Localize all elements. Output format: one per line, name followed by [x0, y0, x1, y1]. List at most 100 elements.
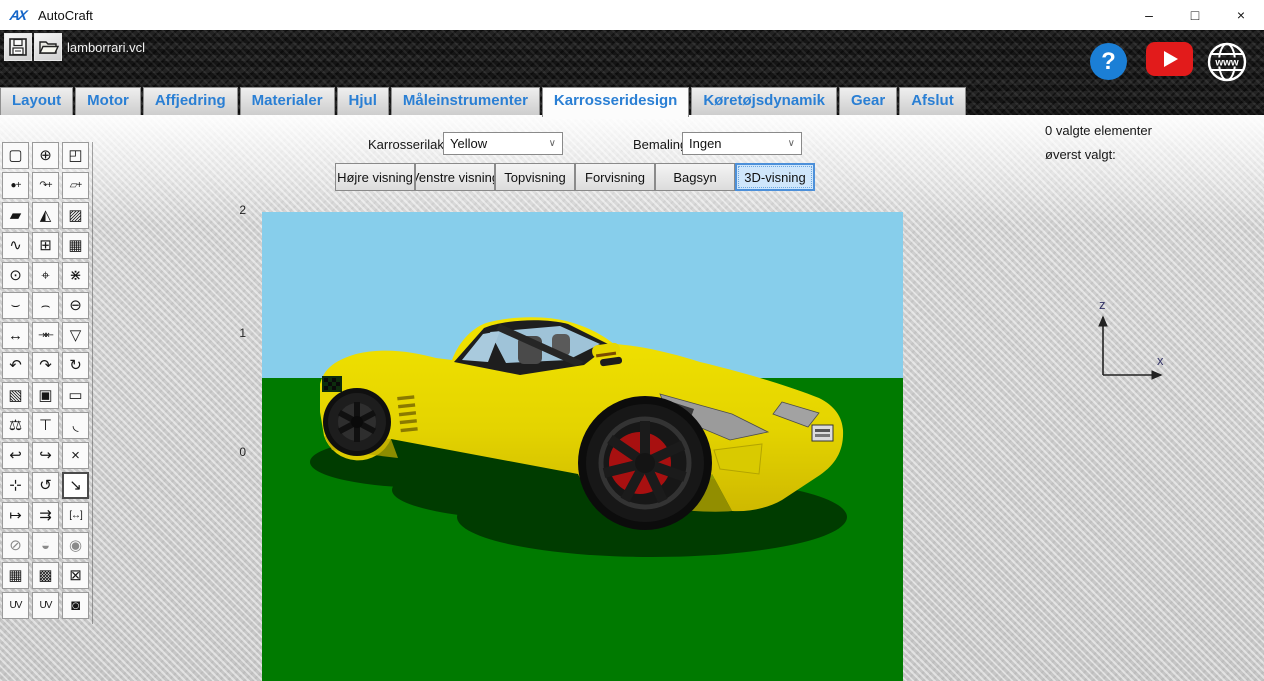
top-selected-label: øverst valgt:: [1045, 147, 1116, 162]
view-button-3d-visning[interactable]: 3D-visning: [735, 163, 815, 191]
app-title: AutoCraft: [38, 7, 93, 23]
chevron-down-icon: ∨: [787, 138, 795, 149]
question-mark-icon: ?: [1101, 47, 1116, 75]
add-car-icon[interactable]: ⊕: [32, 142, 59, 169]
open-button[interactable]: [34, 33, 62, 61]
extrude-solid-icon[interactable]: ▭: [62, 382, 89, 409]
add-surface-icon[interactable]: ▱+: [62, 172, 89, 199]
spread-points-icon[interactable]: ↔: [2, 322, 29, 349]
save-button[interactable]: [4, 33, 32, 61]
maximize-button[interactable]: □: [1172, 0, 1218, 30]
floppy-icon: [9, 38, 27, 56]
tab-affjedring[interactable]: Affjedring: [142, 87, 238, 115]
tab-layout[interactable]: Layout: [0, 87, 74, 115]
rotate-surface-y-icon[interactable]: ↷: [32, 352, 59, 379]
normal-arrow-icon[interactable]: ▽: [62, 322, 89, 349]
rotate-surface-x-icon[interactable]: ↶: [2, 352, 29, 379]
scale-tool-icon[interactable]: ↘: [62, 472, 89, 499]
selected-count-text: 0 valgte elementer: [1045, 123, 1152, 138]
view-button-højre-visning[interactable]: Højre visning: [335, 163, 415, 191]
view-button-forvisning[interactable]: Forvisning: [575, 163, 655, 191]
snap-points-icon[interactable]: ⋇: [62, 262, 89, 289]
rotate-tool-icon[interactable]: ↺: [32, 472, 59, 499]
youtube-button[interactable]: [1146, 42, 1193, 76]
stitch-edges-icon[interactable]: ⊤: [32, 412, 59, 439]
inset-surface-icon[interactable]: ▣: [32, 382, 59, 409]
uv-map-surface-icon[interactable]: UV: [2, 592, 29, 619]
rotate-surface-z-icon[interactable]: ↻: [62, 352, 89, 379]
undo-icon[interactable]: ↩: [2, 442, 29, 469]
arc-steep-icon[interactable]: ⌢: [32, 292, 59, 319]
translate-points-icon[interactable]: ↦: [2, 502, 29, 529]
tab-køretøjsdynamik[interactable]: Køretøjsdynamik: [691, 87, 838, 115]
show-element-icon[interactable]: ◉: [62, 532, 89, 559]
add-curve-point-icon[interactable]: ↷+: [32, 172, 59, 199]
x-axis-label: x: [1157, 353, 1164, 368]
autocraft-window: AX AutoCraft – □ × lamborrari.vcl ? www …: [0, 0, 1264, 681]
new-file-icon[interactable]: ▢: [2, 142, 29, 169]
triangulate-icon[interactable]: ◭: [32, 202, 59, 229]
decal-label: Bemaling: [633, 137, 688, 152]
paint-color-dropdown[interactable]: Yellow ∨: [443, 132, 563, 155]
svg-text:www: www: [1214, 58, 1239, 69]
arc-shallow-icon[interactable]: ⌣: [2, 292, 29, 319]
hide-element-icon[interactable]: ⊘: [2, 532, 29, 559]
view-button-topvisning[interactable]: Topvisning: [495, 163, 575, 191]
rear-wheel[interactable]: [323, 388, 391, 456]
extrude-face-icon[interactable]: ⇉: [32, 502, 59, 529]
play-icon: [1164, 51, 1178, 67]
shear-surface-icon[interactable]: ▧: [2, 382, 29, 409]
decal-dropdown[interactable]: Ingen ∨: [682, 132, 802, 155]
split-squares-icon[interactable]: ▦: [62, 232, 89, 259]
axis-orientation-widget: z x: [1098, 297, 1164, 380]
merge-points-icon[interactable]: ⊙: [2, 262, 29, 289]
redo-icon[interactable]: ↪: [32, 442, 59, 469]
selection-frame-icon[interactable]: ◰: [62, 142, 89, 169]
chevron-down-icon: ∨: [548, 138, 556, 149]
folder-icon: [38, 41, 59, 54]
tab-afslut[interactable]: Afslut: [899, 87, 966, 115]
close-button[interactable]: ×: [1218, 0, 1264, 30]
view-button-venstre-visning[interactable]: Venstre visning: [415, 163, 495, 191]
front-wheel[interactable]: [578, 396, 712, 530]
license-plate: [811, 424, 834, 442]
view-button-bagsyn[interactable]: Bagsyn: [655, 163, 735, 191]
duplicate-surface-icon[interactable]: ▨: [62, 202, 89, 229]
ruler-label-0: 0: [239, 445, 246, 459]
fill-ellipse-icon[interactable]: ⊖: [62, 292, 89, 319]
minimize-button[interactable]: –: [1126, 0, 1172, 30]
uv-map-car-icon[interactable]: UV: [32, 592, 59, 619]
tab-materialer[interactable]: Materialer: [239, 87, 335, 115]
fillet-corner-icon[interactable]: ◟: [62, 412, 89, 439]
decal-value: Ingen: [689, 136, 722, 151]
ruler-label-2: 2: [239, 203, 246, 217]
tab-måleinstrumenter[interactable]: Måleinstrumenter: [390, 87, 540, 115]
render-camera-icon[interactable]: ◙: [62, 592, 89, 619]
distribute-points-icon[interactable]: [↔]: [62, 502, 89, 529]
app-logo-icon: AX: [8, 7, 27, 23]
globe-www-icon: www: [1207, 42, 1247, 82]
tab-gear[interactable]: Gear: [839, 87, 898, 115]
copy-group-icon[interactable]: ▦: [2, 562, 29, 589]
add-polyline-icon[interactable]: ∿: [2, 232, 29, 259]
move-tool-icon[interactable]: ⊹: [2, 472, 29, 499]
mirror-group-icon[interactable]: ⊠: [62, 562, 89, 589]
tab-motor[interactable]: Motor: [75, 87, 141, 115]
delete-icon[interactable]: ×: [62, 442, 89, 469]
z-axis-label: z: [1099, 297, 1106, 312]
viewport-3d-canvas[interactable]: [262, 212, 903, 681]
car-rear-grill: [322, 376, 342, 392]
tab-hjul[interactable]: Hjul: [336, 87, 389, 115]
hide-partial-icon[interactable]: ◒: [32, 532, 59, 559]
merge-distance-icon[interactable]: ⇥⇤: [32, 322, 59, 349]
align-points-icon[interactable]: ⌖: [32, 262, 59, 289]
paste-group-icon[interactable]: ▩: [32, 562, 59, 589]
add-point-icon[interactable]: ●+: [2, 172, 29, 199]
website-button[interactable]: www: [1205, 40, 1249, 89]
subdivide-grid-icon[interactable]: ⊞: [32, 232, 59, 259]
surface-points-icon[interactable]: ▰: [2, 202, 29, 229]
weld-points-icon[interactable]: ⚖: [2, 412, 29, 439]
tab-karrosseridesign[interactable]: Karrosseridesign: [541, 87, 690, 117]
help-button[interactable]: ?: [1090, 43, 1127, 80]
view-button-row: Højre visning Venstre visning Topvisning Fo…: [335, 163, 815, 191]
